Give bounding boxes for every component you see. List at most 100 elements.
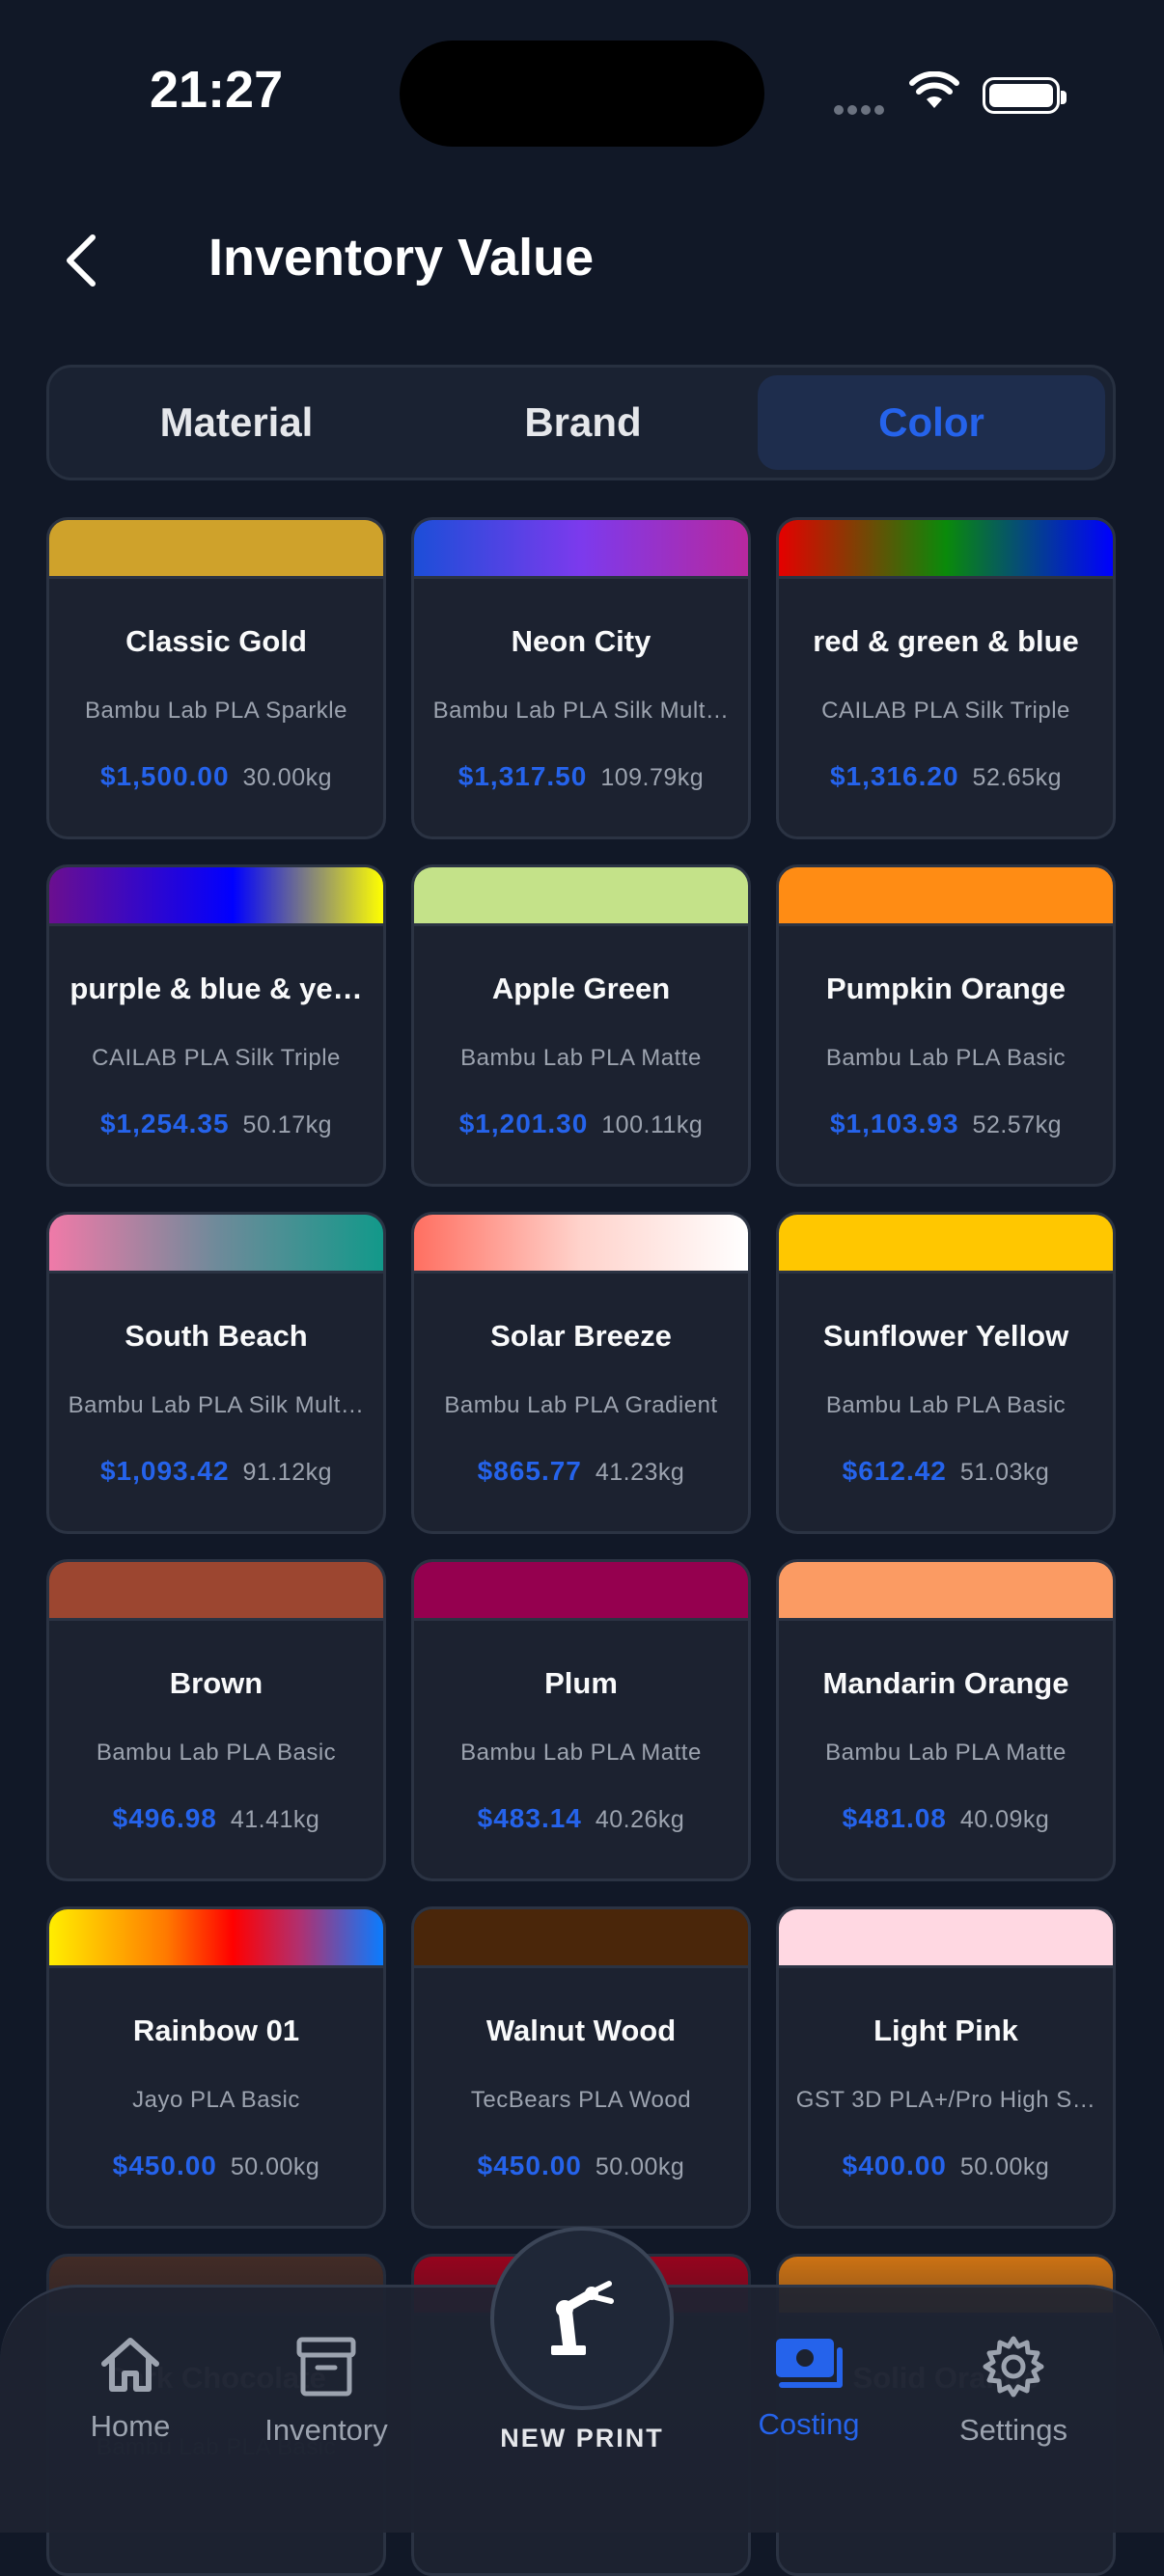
- total-value: $1,317.50: [457, 761, 588, 791]
- total-weight: 100.11kg: [601, 1111, 704, 1138]
- total-weight: 50.00kg: [230, 2153, 320, 2180]
- total-weight: 50.00kg: [595, 2153, 685, 2180]
- value-row: $1,316.20 52.65kg: [779, 761, 1113, 792]
- color-swatch: [414, 520, 748, 579]
- color-card[interactable]: Light Pink GST 3D PLA+/Pro High S… $400.00…: [776, 1906, 1116, 2229]
- color-card[interactable]: Solar Breeze Bambu Lab PLA Gradient $865.7…: [411, 1212, 751, 1534]
- total-value: $496.98: [112, 1803, 217, 1833]
- value-row: $483.14 40.26kg: [414, 1803, 748, 1834]
- new-print-button[interactable]: [490, 2227, 674, 2410]
- color-name: Rainbow 01: [132, 2014, 300, 2047]
- color-card[interactable]: Rainbow 01 Jayo PLA Basic $450.00 50.00kg: [46, 1906, 386, 2229]
- color-name: Neon City: [511, 624, 651, 658]
- color-swatch: [779, 1909, 1113, 1968]
- value-row: $496.98 41.41kg: [49, 1803, 383, 1834]
- color-card[interactable]: Plum Bambu Lab PLA Matte $483.14 40.26kg: [411, 1559, 751, 1881]
- color-swatch: [414, 1562, 748, 1621]
- value-row: $481.08 40.09kg: [779, 1803, 1113, 1834]
- total-value: $1,316.20: [829, 761, 959, 791]
- total-weight: 41.23kg: [595, 1459, 685, 1486]
- color-card[interactable]: red & green & blue CAILAB PLA Silk Triple…: [776, 517, 1116, 839]
- color-name: purple & blue & ye…: [69, 972, 363, 1005]
- value-row: $1,254.35 50.17kg: [49, 1109, 383, 1139]
- color-name: Plum: [544, 1666, 618, 1700]
- color-name: South Beach: [125, 1319, 308, 1353]
- segment-color[interactable]: Color: [758, 375, 1105, 470]
- color-swatch: [49, 1215, 383, 1274]
- color-swatch: [49, 1909, 383, 1968]
- tab-inventory[interactable]: Inventory: [239, 2335, 413, 2448]
- color-card[interactable]: Mandarin Orange Bambu Lab PLA Matte $481.0…: [776, 1559, 1116, 1881]
- color-swatch: [49, 1562, 383, 1621]
- value-row: $1,500.00 30.00kg: [49, 761, 383, 792]
- wifi-icon: [909, 71, 959, 108]
- color-swatch: [414, 867, 748, 926]
- color-name: Solar Breeze: [490, 1319, 672, 1353]
- filament-brand: Bambu Lab PLA Basic: [825, 1392, 1067, 1418]
- filament-brand: CAILAB PLA Silk Triple: [821, 698, 1070, 724]
- total-value: $483.14: [477, 1803, 582, 1833]
- color-card[interactable]: Walnut Wood TecBears PLA Wood $450.00 50.00…: [411, 1906, 751, 2229]
- total-weight: 52.65kg: [972, 764, 1063, 791]
- back-chevron-icon[interactable]: [58, 232, 106, 289]
- total-value: $1,254.35: [99, 1109, 230, 1138]
- filament-brand: Bambu Lab PLA Gradient: [444, 1392, 718, 1418]
- total-value: $1,500.00: [99, 761, 230, 791]
- color-name: Apple Green: [491, 972, 671, 1005]
- status-time: 21:27: [150, 61, 284, 119]
- tab-inventory-label: Inventory: [264, 2413, 388, 2447]
- color-card[interactable]: South Beach Bambu Lab PLA Silk Mult… $1,09…: [46, 1212, 386, 1534]
- total-value: $1,103.93: [829, 1109, 959, 1138]
- color-card[interactable]: Pumpkin Orange Bambu Lab PLA Basic $1,103.…: [776, 864, 1116, 1187]
- color-name: Pumpkin Orange: [825, 972, 1067, 1005]
- total-weight: 91.12kg: [242, 1459, 333, 1486]
- color-swatch: [779, 520, 1113, 579]
- color-swatch: [779, 1562, 1113, 1621]
- color-swatch: [49, 520, 383, 579]
- value-row: $1,103.93 52.57kg: [779, 1109, 1113, 1139]
- total-value: $481.08: [842, 1803, 947, 1833]
- total-value: $612.42: [842, 1456, 947, 1486]
- tab-costing[interactable]: Costing: [722, 2335, 896, 2442]
- color-card[interactable]: Apple Green Bambu Lab PLA Matte $1,201.30 1…: [411, 864, 751, 1187]
- color-card[interactable]: purple & blue & ye… CAILAB PLA Silk Tripl…: [46, 864, 386, 1187]
- total-weight: 109.79kg: [600, 764, 705, 791]
- color-card[interactable]: Sunflower Yellow Bambu Lab PLA Basic $612.…: [776, 1212, 1116, 1534]
- total-weight: 52.57kg: [972, 1111, 1063, 1138]
- filament-brand: CAILAB PLA Silk Triple: [92, 1045, 341, 1071]
- total-value: $450.00: [112, 2151, 217, 2180]
- new-print-label: NEW PRINT: [500, 2424, 664, 2453]
- tab-settings[interactable]: Settings: [927, 2335, 1100, 2448]
- filament-brand: Bambu Lab PLA Basic: [96, 1740, 337, 1766]
- tab-home-label: Home: [90, 2409, 171, 2443]
- color-card[interactable]: Neon City Bambu Lab PLA Silk Mult… $1,317.…: [411, 517, 751, 839]
- filament-brand: Bambu Lab PLA Sparkle: [84, 698, 347, 724]
- total-weight: 40.09kg: [959, 1806, 1050, 1833]
- color-swatch: [414, 1909, 748, 1968]
- nav-header: Inventory Value: [0, 212, 1164, 309]
- color-card[interactable]: Classic Gold Bambu Lab PLA Sparkle $1,500.…: [46, 517, 386, 839]
- page-title: Inventory Value: [208, 229, 595, 287]
- filament-brand: Bambu Lab PLA Silk Mult…: [68, 1392, 365, 1418]
- total-value: $1,201.30: [458, 1109, 589, 1138]
- color-swatch: [414, 1215, 748, 1274]
- total-weight: 50.17kg: [242, 1111, 333, 1138]
- color-swatch: [779, 1215, 1113, 1274]
- color-name: Classic Gold: [125, 624, 307, 658]
- total-weight: 41.41kg: [230, 1806, 320, 1833]
- filament-brand: Bambu Lab PLA Matte: [460, 1740, 702, 1766]
- value-row: $1,201.30 100.11kg: [414, 1109, 748, 1139]
- color-name: Mandarin Orange: [822, 1666, 1069, 1700]
- color-card[interactable]: Brown Bambu Lab PLA Basic $496.98 41.41kg: [46, 1559, 386, 1881]
- segment-brand[interactable]: Brand: [409, 375, 757, 470]
- total-value: $1,093.42: [99, 1456, 230, 1486]
- segment-material[interactable]: Material: [63, 375, 410, 470]
- value-row: $400.00 50.00kg: [779, 2151, 1113, 2181]
- color-swatch: [779, 867, 1113, 926]
- total-value: $400.00: [842, 2151, 947, 2180]
- total-weight: 40.26kg: [595, 1806, 685, 1833]
- color-swatch: [49, 867, 383, 926]
- tab-home[interactable]: Home: [43, 2335, 217, 2444]
- status-bar: 21:27: [0, 0, 1164, 183]
- filament-brand: GST 3D PLA+/Pro High S…: [795, 2087, 1096, 2113]
